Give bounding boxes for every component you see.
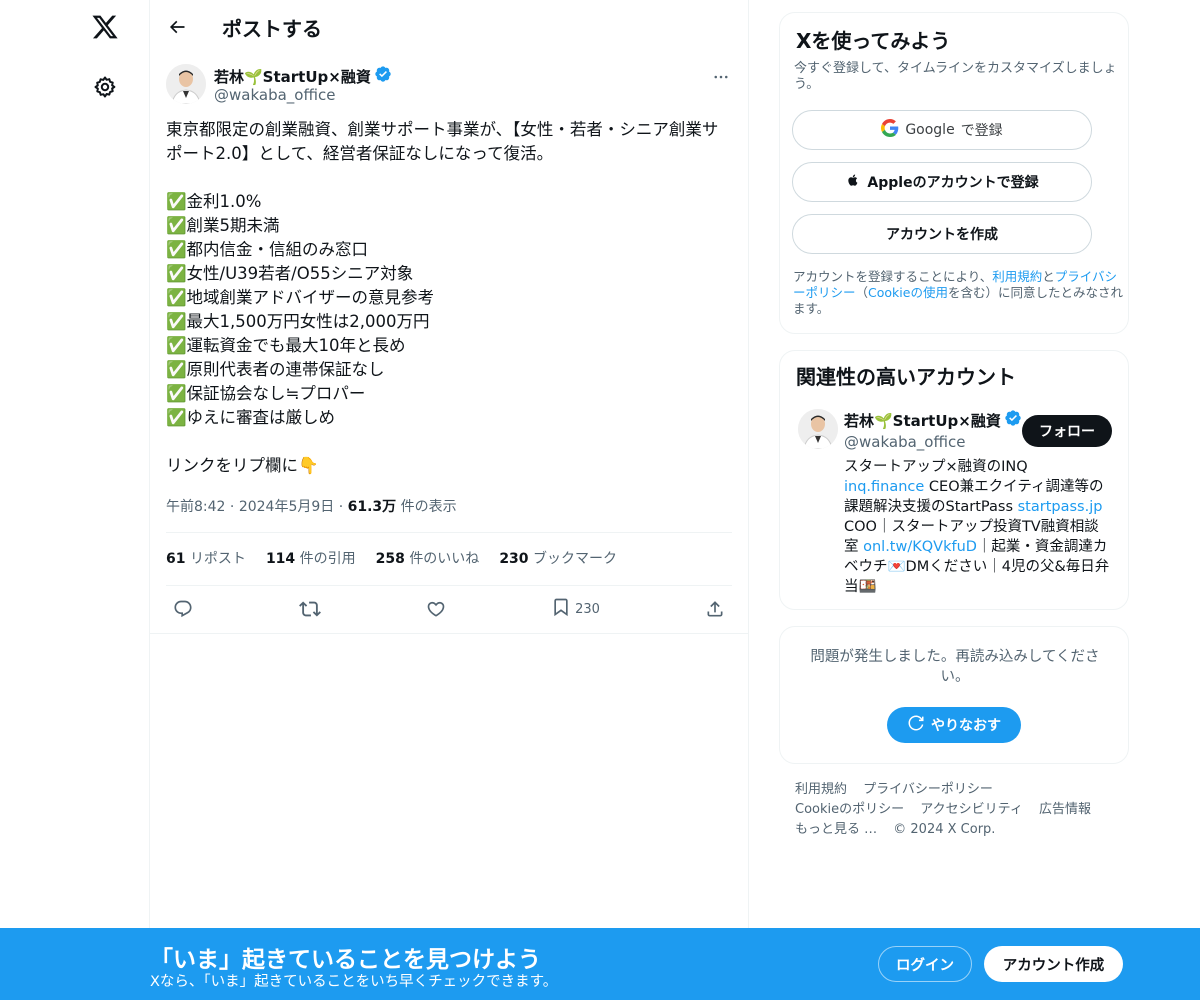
signup-title: Xを使ってみよう — [796, 29, 951, 53]
terms-link[interactable]: 利用規約 — [992, 269, 1042, 284]
google-brand: Google — [905, 122, 955, 138]
like-icon[interactable] — [419, 599, 453, 619]
refresh-icon — [907, 714, 925, 736]
cookie-link[interactable]: Cookieの使用 — [868, 285, 948, 300]
login-banner: 「いま」起きていることを見つけよう Xなら、「いま」起きていることをいち早くチェ… — [0, 928, 1200, 1000]
post-author: 若林🌱StartUp×融資 @wakaba_office — [166, 64, 732, 108]
right-sidebar: Xを使ってみよう 今すぐ登録して、タイムラインをカスタマイズしましょう。 Goo… — [779, 12, 1129, 837]
post-meta: 午前8:42 · 2024年5月9日 · 61.3万 件の表示 — [166, 496, 457, 516]
footer-terms[interactable]: 利用規約 — [795, 782, 847, 797]
apple-icon — [845, 171, 861, 193]
views-count: 61.3万 — [347, 499, 397, 515]
likes-stat[interactable]: 258 件のいいね — [376, 548, 480, 568]
bookmark-icon — [551, 597, 571, 621]
views-label: 件の表示 — [400, 499, 457, 515]
author-handle[interactable]: @wakaba_office — [214, 86, 335, 104]
banner-subtitle: Xなら、「いま」起きていることをいち早くチェックできます。 — [150, 974, 558, 990]
post-date[interactable]: 2024年5月9日 — [239, 499, 334, 515]
follow-button[interactable]: フォロー — [1022, 415, 1112, 447]
related-title: 関連性の高いアカウント — [796, 365, 1016, 389]
avatar[interactable] — [798, 409, 838, 449]
author-name[interactable]: 若林🌱StartUp×融資 — [214, 65, 392, 87]
related-accounts-card: 関連性の高いアカウント 若林🌱StartUp×融資 @wakaba_office… — [779, 350, 1129, 610]
error-message: 問題が発生しました。再読み込みしてください。 — [810, 649, 1100, 685]
x-logo-icon[interactable] — [88, 10, 122, 44]
page-title: ポストする — [222, 16, 322, 41]
login-button[interactable]: ログイン — [878, 946, 972, 982]
footer-accessibility[interactable]: アクセシビリティ — [920, 802, 1023, 817]
signup-card: Xを使ってみよう 今すぐ登録して、タイムラインをカスタマイズしましょう。 Goo… — [779, 12, 1129, 334]
legal-text: アカウントを登録することにより、 — [793, 269, 993, 284]
banner-title: 「いま」起きていることを見つけよう — [150, 947, 541, 973]
separator: · — [229, 499, 239, 515]
related-account-name[interactable]: 若林🌱StartUp×融資 — [844, 409, 1022, 431]
repost-icon[interactable] — [293, 598, 327, 620]
footer-copyright: © 2024 X Corp. — [893, 822, 996, 837]
legal-text: と — [1042, 269, 1055, 284]
footer-more[interactable]: もっと見る … — [795, 822, 877, 837]
bookmark-count: 230 — [575, 601, 600, 617]
left-nav — [0, 0, 150, 1000]
share-icon[interactable] — [698, 599, 732, 619]
create-account-label: アカウントを作成 — [886, 227, 998, 243]
divider — [166, 532, 732, 533]
bio-link[interactable]: inq.finance — [844, 479, 924, 495]
retry-button[interactable]: やりなおす — [887, 707, 1021, 743]
apple-signup-button[interactable]: Appleのアカウントで登録 — [792, 162, 1092, 202]
google-signup-button[interactable]: Google で登録 — [792, 110, 1092, 150]
signup-button[interactable]: アカウント作成 — [984, 946, 1123, 982]
related-name-text[interactable]: 若林🌱StartUp×融資 — [844, 410, 1001, 431]
signup-legal: アカウントを登録することにより、利用規約とプライバシーポリシー（Cookieの使… — [793, 269, 1123, 317]
legal-text: （ — [855, 285, 869, 300]
bio-text: スタートアップ×融資のINQ — [844, 459, 1028, 475]
post-stats: 61 リポスト 114 件の引用 258 件のいいね 230 ブックマーク — [166, 548, 617, 568]
footer-privacy[interactable]: プライバシーポリシー — [863, 782, 993, 797]
google-icon — [881, 119, 899, 141]
main-column: ポストする 若林🌱StartUp×融資 @wakaba_office 東京都限定… — [149, 0, 749, 1000]
top-bar: ポストする — [150, 0, 748, 54]
apple-signup-label: Appleのアカウントで登録 — [867, 175, 1039, 191]
google-suffix: で登録 — [960, 123, 1003, 139]
avatar[interactable] — [166, 64, 206, 104]
footer-ads[interactable]: 広告情報 — [1039, 802, 1091, 817]
post-text: 東京都限定の創業融資、創業サポート事業が、【女性・若者・シニア創業サポート2.0… — [166, 120, 719, 475]
gear-icon[interactable] — [90, 72, 120, 102]
post-time[interactable]: 午前8:42 — [166, 499, 225, 515]
author-name-text[interactable]: 若林🌱StartUp×融資 — [214, 66, 371, 87]
quotes-stat[interactable]: 114 件の引用 — [266, 548, 356, 568]
related-account-handle[interactable]: @wakaba_office — [844, 433, 965, 451]
reposts-stat[interactable]: 61 リポスト — [166, 548, 246, 568]
footer-links: 利用規約 プライバシーポリシー Cookieのポリシー アクセシビリティ 広告情… — [795, 780, 1115, 840]
divider — [150, 633, 748, 634]
verified-badge-icon — [374, 65, 392, 87]
bio-link[interactable]: onl.tw/KQVkfuD — [863, 539, 977, 555]
verified-badge-icon — [1004, 409, 1022, 431]
related-account-bio: スタートアップ×融資のINQ inq.finance CEO兼エクイティ調達等の課… — [844, 457, 1110, 597]
error-card: 問題が発生しました。再読み込みしてください。 やりなおす — [779, 626, 1129, 764]
bio-link[interactable]: startpass.jp — [1018, 499, 1103, 515]
signup-subtitle: 今すぐ登録して、タイムラインをカスタマイズしましょう。 — [794, 61, 1117, 92]
footer-cookie[interactable]: Cookieのポリシー — [795, 802, 904, 817]
divider — [166, 585, 732, 586]
retry-label: やりなおす — [931, 718, 1001, 734]
reply-icon[interactable] — [166, 599, 200, 619]
back-arrow-icon[interactable] — [166, 16, 188, 38]
create-account-button[interactable]: アカウントを作成 — [792, 214, 1092, 254]
post-actions: 230 — [166, 594, 732, 624]
separator: · — [338, 499, 348, 515]
bookmarks-stat[interactable]: 230 ブックマーク — [499, 548, 617, 568]
bookmark-button[interactable]: 230 — [546, 597, 606, 621]
more-icon[interactable] — [710, 66, 732, 88]
